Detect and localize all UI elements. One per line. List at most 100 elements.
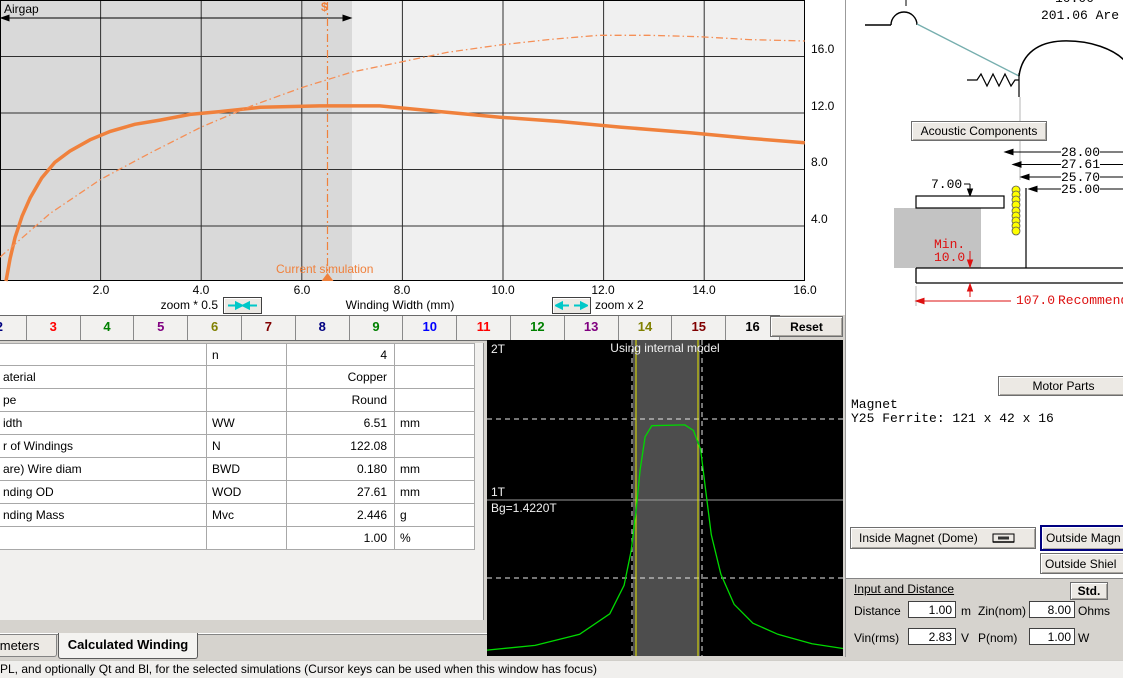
row-unit: % [395, 527, 475, 550]
flux-top-mark: 2T [491, 342, 506, 356]
motor-parts-button[interactable]: Motor Parts [998, 376, 1123, 396]
status-text: PL, and optionally Qt and Bl, for the se… [0, 662, 597, 676]
top-plate [915, 195, 1005, 209]
row-unit [395, 343, 475, 366]
sim-tab-7[interactable]: 7 [242, 316, 296, 340]
reset-button[interactable]: Reset [770, 316, 843, 337]
sim-tab-6[interactable]: 6 [188, 316, 242, 340]
row-value: 1.00 [287, 527, 395, 550]
sim-tab-9[interactable]: 9 [350, 316, 404, 340]
row-value: 122.08 [287, 435, 395, 458]
table-row: nding OD WOD 27.61 mm [0, 481, 483, 504]
sim-tab-10[interactable]: 10 [403, 316, 458, 340]
zoom-in-button[interactable] [552, 297, 591, 314]
vin-unit: V [961, 631, 970, 645]
x-tick: 8.0 [393, 283, 411, 297]
tab-calculated-winding[interactable]: Calculated Winding [58, 633, 198, 659]
std-button[interactable]: Std. [1070, 582, 1108, 600]
input-panel-title: Input and Distance [854, 582, 955, 596]
outside-magnet-button[interactable]: Outside Magn [1040, 525, 1123, 551]
motor-drawing-panel: 10.00 201.06 Are Acoustic Components 28.… [845, 0, 1123, 578]
zin-unit: Ohms [1078, 604, 1111, 618]
dim-25-00: 25.00 [1061, 182, 1101, 197]
pnom-input[interactable] [1029, 628, 1075, 645]
min-value: 10.0 [934, 250, 966, 265]
vin-input[interactable] [908, 628, 956, 645]
sim-tab-12[interactable]: 12 [511, 316, 565, 340]
calculated-winding-table: n 4 aterial Copper pe Round idth WW 6.51… [0, 343, 484, 620]
row-symbol [207, 527, 287, 550]
pnom-label: P(nom) [978, 631, 1018, 645]
flux-density-chart[interactable]: 2T Using internal model 1T Bg=1.4220T [486, 340, 844, 656]
sim-tab-11[interactable]: 11 [457, 316, 511, 340]
row-value: 0.180 [287, 458, 395, 481]
dim-107: 107.0 [1016, 293, 1056, 308]
input-and-distance-panel: Input and Distance Std. Distance m Zin(n… [845, 578, 1123, 657]
row-symbol: WOD [207, 481, 287, 504]
winding-chart-canvas[interactable] [0, 0, 845, 315]
sim-tab-2[interactable]: 2 [0, 316, 27, 340]
y-tick: 8.0 [811, 155, 828, 169]
outside-shield-button[interactable]: Outside Shiel [1040, 553, 1123, 574]
sim-tab-3[interactable]: 3 [27, 316, 81, 340]
table-row: pe Round [0, 389, 483, 412]
surround-arc [890, 11, 918, 26]
zin-label: Zin(nom) [978, 604, 1027, 618]
distance-input[interactable] [908, 601, 956, 618]
row-unit [395, 366, 475, 389]
acoustic-components-button[interactable]: Acoustic Components [911, 121, 1047, 141]
row-unit: mm [395, 481, 475, 504]
row-unit [395, 435, 475, 458]
sim-tab-4[interactable]: 4 [81, 316, 135, 340]
row-value: Round [287, 389, 395, 412]
row-unit: mm [395, 412, 475, 435]
flux-model-label: Using internal model [610, 341, 720, 355]
row-label: aterial [0, 366, 207, 389]
sim-tab-8[interactable]: 8 [296, 316, 350, 340]
row-symbol: N [207, 435, 287, 458]
simulation-tab-row: 2 3 4 5 6 7 8 9 10 11 12 13 14 15 16 [0, 315, 780, 341]
inside-magnet-button[interactable]: Inside Magnet (Dome) [850, 527, 1036, 549]
row-value: 6.51 [287, 412, 395, 435]
row-value: 2.446 [287, 504, 395, 527]
row-label [0, 527, 207, 550]
row-symbol: BWD [207, 458, 287, 481]
magnet-spec: Y25 Ferrite: 121 x 42 x 16 [851, 411, 1054, 426]
gap-band [633, 340, 700, 656]
y-tick: 4.0 [811, 212, 828, 226]
sim-tab-13[interactable]: 13 [565, 316, 619, 340]
winding-width-chart: Airgap $ Current simulation 2.0 4.0 6.0 … [0, 0, 845, 315]
row-symbol [207, 389, 287, 412]
row-label: nding Mass [0, 504, 207, 527]
magnet-title: Magnet [851, 397, 898, 412]
cone-line [916, 23, 1020, 77]
distance-unit: m [961, 604, 971, 618]
cursor-handle-symbol[interactable]: $ [321, 0, 328, 14]
sim-tab-5[interactable]: 5 [134, 316, 189, 340]
cone-area-value: 201.06 Are [1041, 8, 1120, 23]
row-value: 27.61 [287, 481, 395, 504]
y-tick: 12.0 [811, 99, 835, 113]
row-label [0, 343, 207, 366]
zoom-out-button[interactable] [223, 297, 262, 314]
row-label: nding OD [0, 481, 207, 504]
row-label: are) Wire diam [0, 458, 207, 481]
row-unit: mm [395, 458, 475, 481]
row-symbol [207, 366, 287, 389]
spider-zigzag [967, 72, 1019, 88]
y-tick: 16.0 [811, 42, 835, 56]
row-label: idth [0, 412, 207, 435]
x-tick: 10.0 [491, 283, 515, 297]
tab-parameters[interactable]: ameters [0, 635, 57, 657]
x-tick: 2.0 [92, 283, 110, 297]
row-value: Copper [287, 366, 395, 389]
recommended-label: Recommende [1058, 293, 1123, 308]
x-tick: 6.0 [293, 283, 311, 297]
x-tick: 4.0 [192, 283, 210, 297]
row-value: 4 [287, 343, 395, 366]
row-label: r of Windings [0, 435, 207, 458]
sim-tab-14[interactable]: 14 [619, 316, 673, 340]
zin-input[interactable] [1029, 601, 1075, 618]
row-unit [395, 389, 475, 412]
sim-tab-15[interactable]: 15 [672, 316, 727, 340]
